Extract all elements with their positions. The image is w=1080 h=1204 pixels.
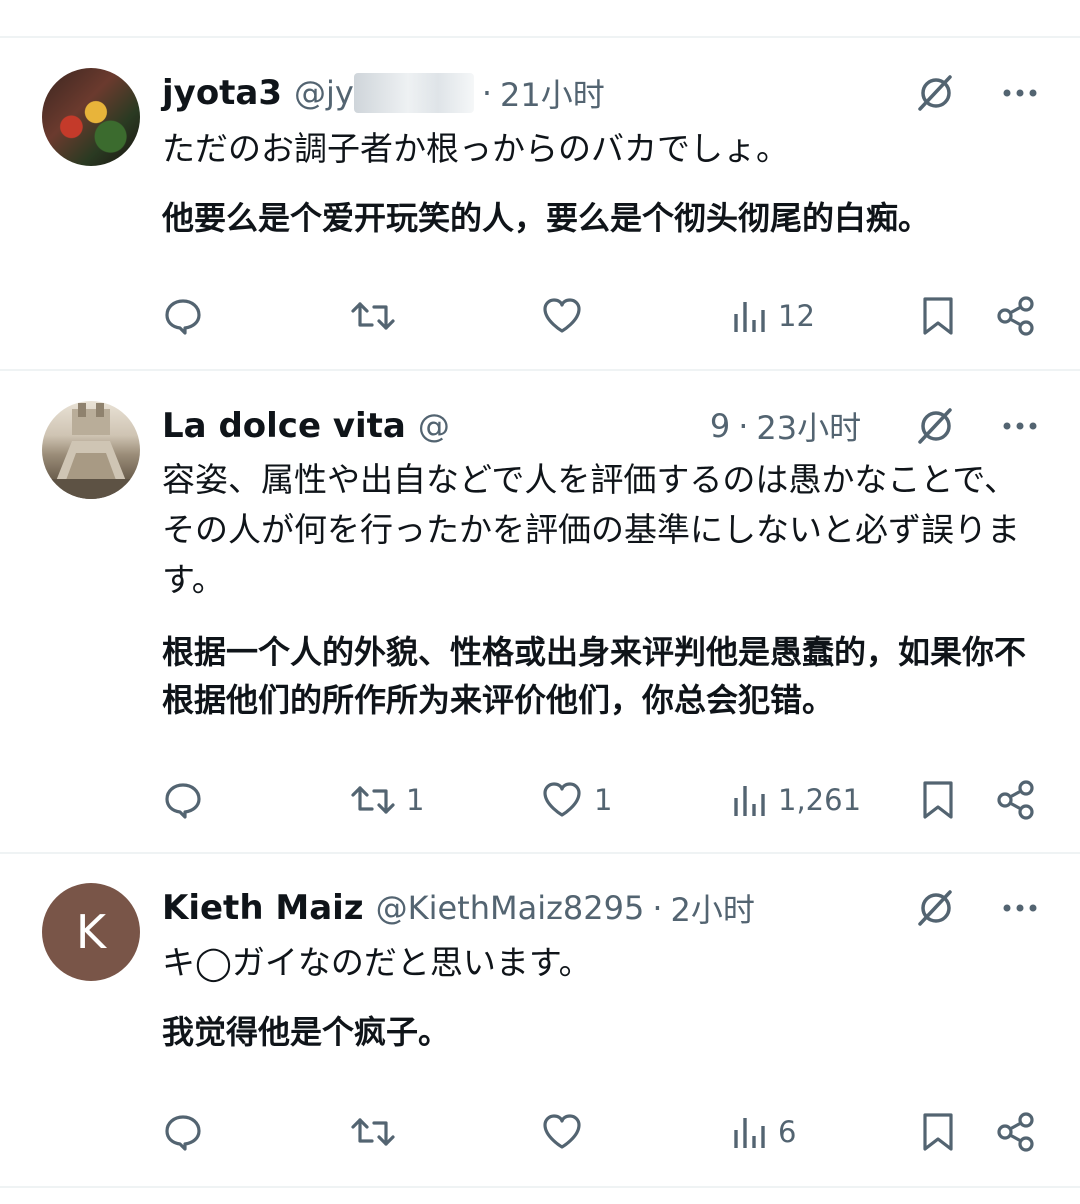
like-button[interactable] [540,1107,594,1157]
views-button[interactable]: 6 [732,1107,796,1157]
redacted-handle [353,73,474,113]
like-count: 1 [594,783,613,817]
tweet-text-zh: 根据一个人的外貌、性格或出身来评判他是愚蠢的，如果你不根据他们的所作所为来评价他… [162,633,1027,719]
timestamp[interactable]: 21小时 [500,70,605,116]
more-icon[interactable] [1002,88,1038,98]
retweet-icon [351,302,395,330]
bookmark-icon [923,781,953,819]
tweet-header: Kieth Maiz @KiethMaiz8295 · 2小时 [162,883,755,933]
views-count: 1,261 [778,783,862,817]
like-icon [543,782,581,817]
header-actions [914,401,1038,451]
reply-icon [165,1115,201,1151]
views-button[interactable]: 12 [732,291,815,341]
share-button[interactable] [996,775,1036,825]
handle[interactable]: @ [418,407,450,445]
share-icon [997,1112,1034,1152]
more-icon[interactable] [1002,421,1038,431]
bottom-divider [0,1186,1080,1188]
reply-icon [165,299,201,335]
redacted-handle [449,406,710,446]
avatar[interactable] [42,68,140,166]
handle[interactable]: @KiethMaiz8295 [376,889,645,927]
timestamp[interactable]: 23小时 [756,403,861,449]
tweet-header: La dolce vita @ 9 · 23小时 [162,401,861,451]
like-button[interactable] [540,291,594,341]
tweet[interactable]: La dolce vita @ 9 · 23小时 容姿、属性や出自などで人を評価… [0,401,1080,851]
views-count: 6 [778,1115,797,1149]
tweet-header: jyota3 @jy · 21小时 [162,68,605,118]
avatar[interactable] [42,401,140,499]
like-icon [543,298,581,333]
tweet-divider [0,369,1080,371]
retweet-count: 1 [406,783,425,817]
like-button[interactable]: 1 [540,775,612,825]
reply-button[interactable] [162,775,214,825]
share-icon [997,780,1034,820]
share-button[interactable] [996,291,1036,341]
action-bar: 12 [162,291,1038,341]
tweet-text-ja: ただのお調子者か根っからのバカでしょ。 [162,129,789,168]
top-divider [0,36,1080,38]
handle-tail: 9 [709,407,731,445]
avatar-image [42,403,140,499]
reply-button[interactable] [162,1107,214,1157]
retweet-button[interactable] [350,291,406,341]
like-icon [543,1114,581,1149]
dot-separator: · [481,74,493,112]
avatar[interactable]: K [42,883,140,981]
retweet-button[interactable]: 1 [350,775,424,825]
bookmark-button[interactable] [920,1107,956,1157]
bookmark-icon [923,297,953,335]
bookmark-button[interactable] [920,775,956,825]
tweet-text-zh: 我觉得他是个疯子。 [162,1013,451,1051]
tweet[interactable]: jyota3 @jy · 21小时 ただのお調子者か根っからのバカでしょ。 他要… [0,68,1080,368]
header-actions [914,68,1038,118]
views-icon [734,1118,765,1148]
views-button[interactable]: 1,261 [732,775,861,825]
timestamp[interactable]: 2小时 [670,885,754,931]
tweet-text-ja: 容姿、属性や出自などで人を評価するのは愚かなことで、その人が何を行ったかを評価の… [162,460,1020,599]
share-icon [997,296,1034,336]
grok-icon[interactable] [914,71,958,115]
action-bar: 6 [162,1107,1038,1157]
retweet-icon [351,786,395,814]
avatar-letter: K [75,905,107,959]
tweet[interactable]: K Kieth Maiz @KiethMaiz8295 · 2小时 キ◯ガイなの… [0,883,1080,1173]
display-name[interactable]: La dolce vita [162,406,406,446]
header-actions [914,883,1038,933]
more-icon[interactable] [1002,903,1038,913]
tweet-text-ja: キ◯ガイなのだと思います。 [162,943,592,982]
dot-separator: · [738,407,749,445]
bookmark-button[interactable] [920,291,956,341]
retweet-button[interactable] [350,1107,406,1157]
bookmark-icon [923,1113,953,1151]
dot-separator: · [652,889,663,927]
reply-button[interactable] [162,291,214,341]
grok-icon[interactable] [914,886,958,930]
reply-icon [165,783,201,819]
share-button[interactable] [996,1107,1036,1157]
display-name[interactable]: Kieth Maiz [162,888,364,928]
action-bar: 1 1 1,261 [162,775,1038,825]
tweet-divider [0,852,1080,854]
views-icon [734,786,765,816]
views-icon [734,302,765,332]
tweet-text-zh: 他要么是个爱开玩笑的人，要么是个彻头彻尾的白痴。 [162,199,931,237]
retweet-icon [351,1118,395,1146]
display-name[interactable]: jyota3 [162,73,282,113]
views-count: 12 [778,299,815,333]
handle[interactable]: @jy [294,74,354,112]
grok-icon[interactable] [914,404,958,448]
